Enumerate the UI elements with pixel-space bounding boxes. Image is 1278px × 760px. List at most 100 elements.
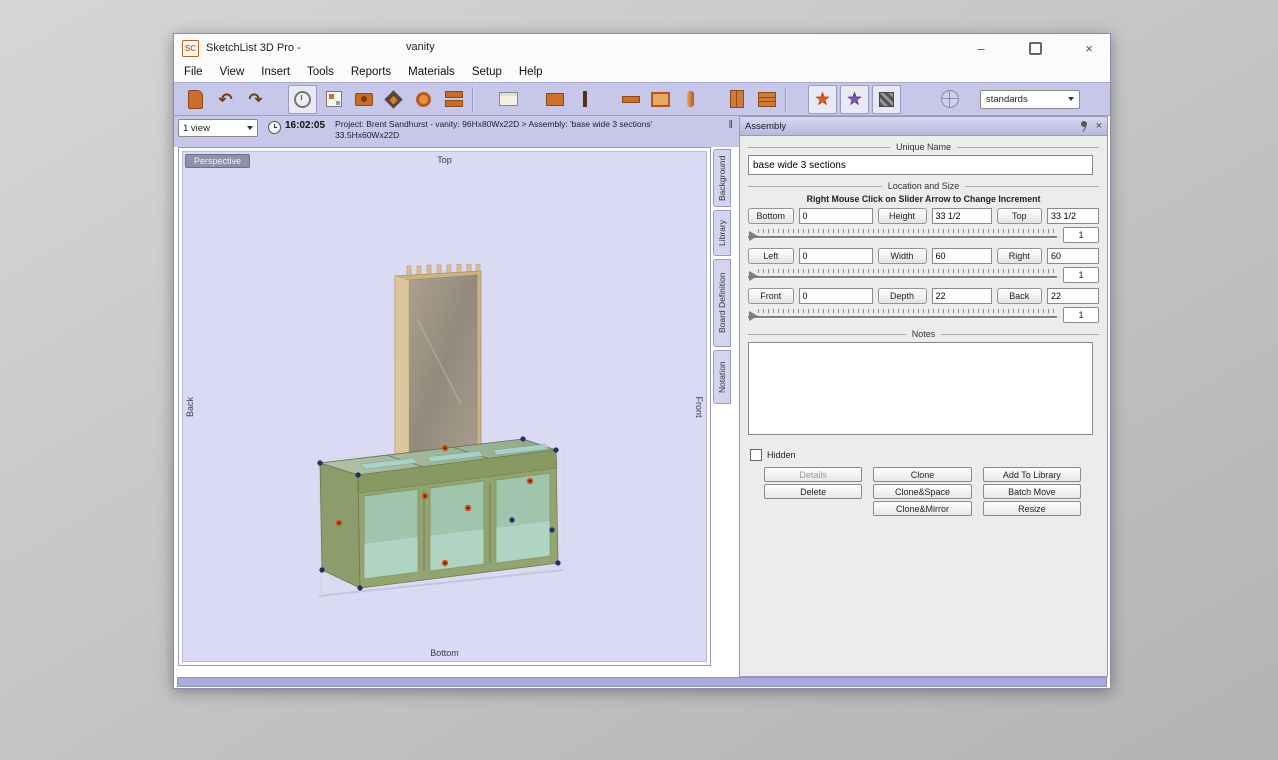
slider-thumb[interactable]: [749, 271, 758, 281]
depth-increment-box[interactable]: 1: [1063, 307, 1099, 323]
back-input[interactable]: [1047, 288, 1099, 304]
menu-tools[interactable]: Tools: [307, 66, 334, 78]
dowel-icon[interactable]: [410, 86, 437, 113]
divider-icon[interactable]: [571, 86, 598, 113]
slider-thumb[interactable]: [749, 311, 758, 321]
unique-name-input[interactable]: [748, 155, 1093, 175]
menu-file[interactable]: File: [184, 66, 203, 78]
toolbar-separator: [785, 87, 787, 111]
new-document-icon[interactable]: [182, 86, 209, 113]
countertop-icon[interactable]: [495, 86, 522, 113]
minimize-button[interactable]: –: [972, 39, 990, 57]
undo-icon[interactable]: ↶: [212, 86, 239, 113]
batch-move-button[interactable]: Batch Move: [983, 484, 1081, 499]
width-increment-box[interactable]: 1: [1063, 267, 1099, 283]
bottom-button[interactable]: Bottom: [748, 208, 794, 224]
tab-board-definition[interactable]: Board Definition: [713, 259, 731, 347]
door-icon[interactable]: [723, 86, 750, 113]
menu-materials[interactable]: Materials: [408, 66, 455, 78]
app-logo-icon: SC: [182, 40, 199, 57]
assemble-icon[interactable]: [840, 85, 869, 114]
delete-button[interactable]: Delete: [764, 484, 862, 499]
drawer-icon[interactable]: [753, 86, 780, 113]
assembly-panel-titlebar[interactable]: Assembly ×: [740, 117, 1107, 136]
project-breadcrumb: Project: Brent Sandhurst - vanity: 96Hx8…: [335, 119, 652, 140]
action-buttons: Details Delete Clone Clone&Space Clone&M…: [740, 467, 1107, 516]
explode-icon[interactable]: [808, 85, 837, 114]
width-slider-line: 1: [740, 267, 1107, 283]
details-button[interactable]: Details: [764, 467, 862, 482]
hidden-checkbox-row: Hidden: [750, 449, 1107, 461]
menu-help[interactable]: Help: [519, 66, 543, 78]
top-input[interactable]: [1047, 208, 1099, 224]
height-increment-box[interactable]: 1: [1063, 227, 1099, 243]
title-bar[interactable]: SC SketchList 3D Pro - vanity – ×: [174, 34, 1110, 62]
location-size-group-label: Location and Size: [888, 181, 960, 191]
front-button[interactable]: Front: [748, 288, 794, 304]
globe-icon[interactable]: [936, 86, 963, 113]
move-icon[interactable]: [380, 86, 407, 113]
height-slider-line: 1: [740, 227, 1107, 243]
height-input[interactable]: [932, 208, 992, 224]
window-controls: – ×: [972, 34, 1098, 62]
resize-button[interactable]: Resize: [983, 501, 1081, 516]
tab-library[interactable]: Library: [713, 210, 731, 256]
viewport-canvas[interactable]: Perspective Top Bottom Back Front: [182, 151, 707, 662]
menu-reports[interactable]: Reports: [351, 66, 391, 78]
add-to-library-button[interactable]: Add To Library: [983, 467, 1081, 482]
height-button[interactable]: Height: [878, 208, 927, 224]
bottom-input[interactable]: [799, 208, 873, 224]
depth-input[interactable]: [932, 288, 992, 304]
pin-icon[interactable]: [1079, 120, 1089, 132]
panel-close-icon[interactable]: ×: [1096, 121, 1102, 132]
depth-button[interactable]: Depth: [878, 288, 927, 304]
standards-dropdown[interactable]: standards: [980, 90, 1080, 109]
width-input[interactable]: [932, 248, 992, 264]
viewport-edge-label-left: Back: [185, 396, 195, 416]
clone-mirror-button[interactable]: Clone&Mirror: [873, 501, 971, 516]
slider-thumb[interactable]: [749, 231, 758, 241]
standards-dropdown-value: standards: [986, 94, 1028, 105]
right-button[interactable]: Right: [997, 248, 1043, 264]
board-icon[interactable]: [541, 86, 568, 113]
rail-icon[interactable]: [617, 86, 644, 113]
tab-notation[interactable]: Notation: [713, 350, 731, 404]
clone-space-button[interactable]: Clone&Space: [873, 484, 971, 499]
front-input[interactable]: [799, 288, 873, 304]
clone-button[interactable]: Clone: [873, 467, 971, 482]
camera-icon[interactable]: [350, 86, 377, 113]
project-breadcrumb-line1: Project: Brent Sandhurst - vanity: 96Hx8…: [335, 119, 652, 130]
splitter-handle-icon[interactable]: ‖: [728, 119, 733, 131]
view-count-dropdown[interactable]: 1 view: [178, 119, 258, 137]
viewport-edge-label-bottom: Bottom: [183, 648, 706, 658]
horizontal-scrollbar[interactable]: [177, 677, 1107, 687]
left-input[interactable]: [799, 248, 873, 264]
close-button[interactable]: ×: [1080, 39, 1098, 57]
room-layout-icon[interactable]: [320, 86, 347, 113]
action-col-3: Add To Library Batch Move Resize: [983, 467, 1081, 516]
width-button[interactable]: Width: [878, 248, 927, 264]
view-count-value: 1 view: [183, 123, 210, 134]
menu-view[interactable]: View: [220, 66, 245, 78]
texture-icon[interactable]: [872, 85, 901, 114]
toolbar: ↶ ↷: [174, 82, 1110, 116]
menu-setup[interactable]: Setup: [472, 66, 502, 78]
left-button[interactable]: Left: [748, 248, 794, 264]
timer-icon[interactable]: [288, 85, 317, 114]
panel-icon[interactable]: [647, 86, 674, 113]
leg-icon[interactable]: [677, 86, 704, 113]
width-slider[interactable]: [748, 268, 1057, 283]
notes-textarea[interactable]: [748, 342, 1093, 435]
height-slider[interactable]: [748, 228, 1057, 243]
back-button[interactable]: Back: [997, 288, 1043, 304]
vanity-3d-model[interactable]: [311, 264, 591, 614]
maximize-button[interactable]: [1026, 39, 1044, 57]
redo-icon[interactable]: ↷: [242, 86, 269, 113]
right-input[interactable]: [1047, 248, 1099, 264]
top-button[interactable]: Top: [997, 208, 1043, 224]
menu-insert[interactable]: Insert: [261, 66, 290, 78]
shelf-icon[interactable]: [440, 86, 467, 113]
tab-background[interactable]: Background: [713, 149, 731, 207]
hidden-checkbox[interactable]: [750, 449, 762, 461]
depth-slider[interactable]: [748, 308, 1057, 323]
